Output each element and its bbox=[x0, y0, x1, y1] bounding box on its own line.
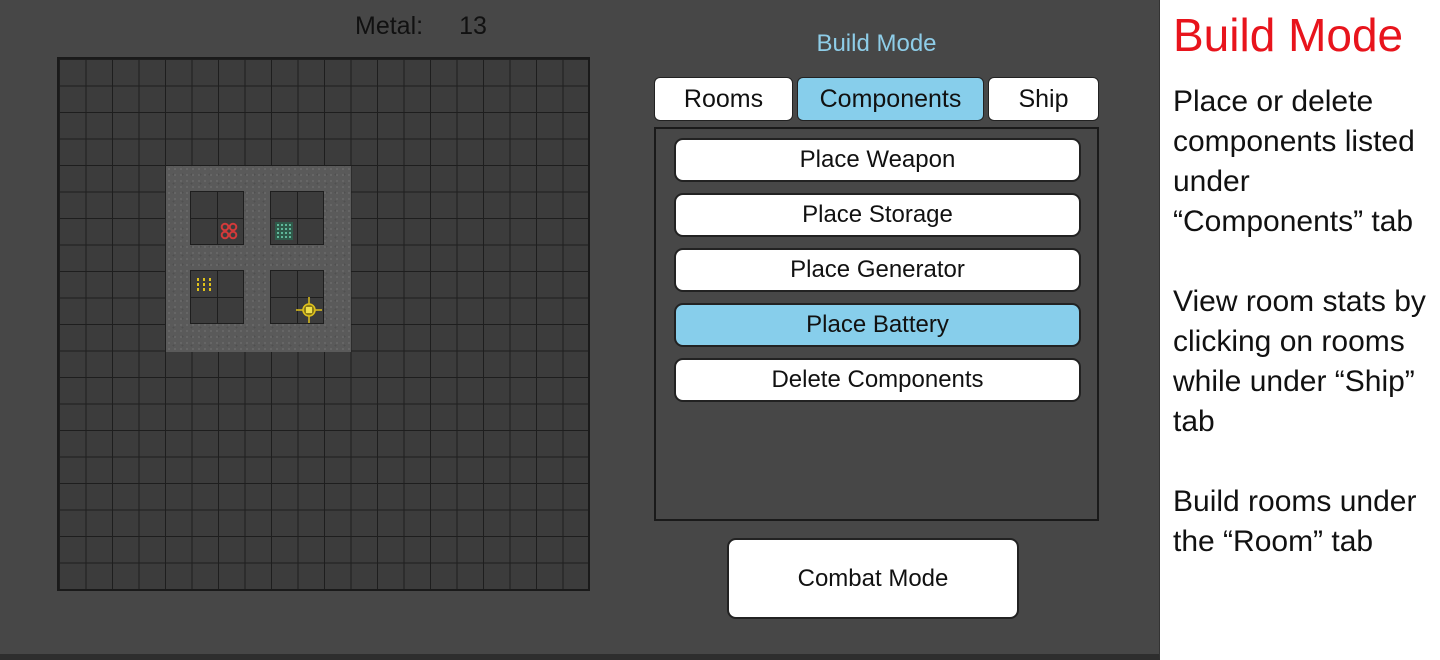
metal-counter: Metal: 13 bbox=[355, 12, 487, 44]
weapon-icon bbox=[220, 222, 238, 240]
room-storage[interactable] bbox=[270, 191, 324, 245]
delete-components-button[interactable]: Delete Components bbox=[674, 358, 1081, 402]
place-weapon-button[interactable]: Place Weapon bbox=[674, 138, 1081, 182]
tab-ship[interactable]: Ship bbox=[988, 77, 1099, 121]
room-weapon[interactable] bbox=[190, 191, 244, 245]
place-generator-button[interactable]: Place Generator bbox=[674, 248, 1081, 292]
room-battery[interactable] bbox=[270, 270, 324, 324]
generator-icon bbox=[197, 278, 211, 291]
help-title: Build Mode bbox=[1173, 9, 1404, 61]
help-paragraph-components: Place or delete components listed under … bbox=[1173, 85, 1415, 238]
build-grid[interactable] bbox=[57, 57, 590, 591]
place-storage-button[interactable]: Place Storage bbox=[674, 193, 1081, 237]
combat-mode-button[interactable]: Combat Mode bbox=[727, 538, 1019, 619]
battery-icon bbox=[296, 297, 322, 323]
game-window: Metal: 13 Build Mode Rooms Components Sh… bbox=[0, 0, 1160, 660]
help-panel: Build Mode Place or delete components li… bbox=[1161, 0, 1440, 660]
help-paragraph-ship: View room stats by clicking on rooms whi… bbox=[1173, 285, 1426, 438]
place-battery-button[interactable]: Place Battery bbox=[674, 303, 1081, 347]
metal-label: Metal: bbox=[355, 12, 424, 40]
panel-title: Build Mode bbox=[816, 30, 937, 57]
tab-components[interactable]: Components bbox=[797, 77, 984, 121]
tab-rooms[interactable]: Rooms bbox=[654, 77, 793, 121]
metal-value: 13 bbox=[459, 12, 487, 40]
storage-icon bbox=[275, 222, 293, 240]
help-paragraph-rooms: Build rooms under the “Room” tab bbox=[1173, 485, 1417, 558]
ship-hull[interactable] bbox=[166, 166, 351, 352]
room-generator[interactable] bbox=[190, 270, 244, 324]
component-list: Place Weapon Place Storage Place Generat… bbox=[654, 127, 1099, 521]
